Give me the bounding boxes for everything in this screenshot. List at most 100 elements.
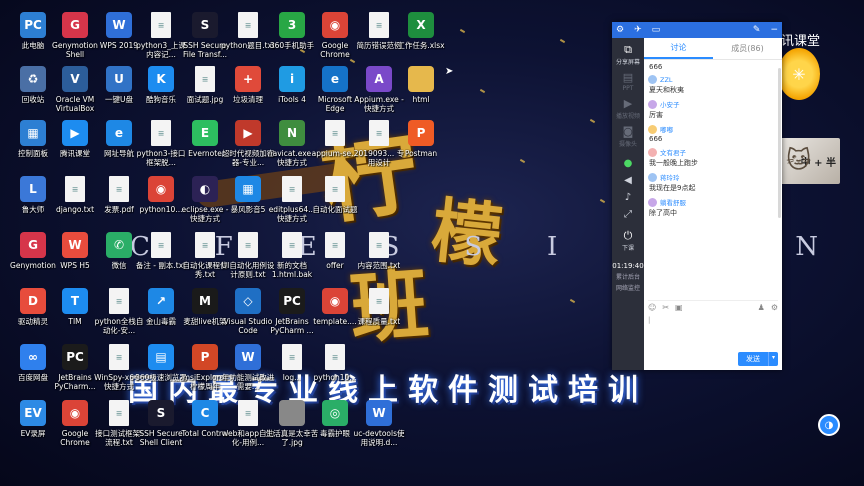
chat-message: 嘟嘟 666	[648, 124, 780, 143]
desktop-icon[interactable]: html	[394, 66, 448, 104]
desktop-app-icon: ◎	[322, 400, 348, 426]
desktop-icon[interactable]: ≡ 内容范围.txt	[352, 232, 406, 270]
chat-message-text: 666	[649, 63, 663, 71]
chat-sender[interactable]: 小安子	[648, 99, 780, 109]
image-icon[interactable]: ▣	[675, 303, 683, 312]
desktop-app-icon: ≡	[109, 288, 129, 314]
desktop-app-icon: ≡	[238, 232, 258, 258]
desktop-icon-label: 工作任务.xlsx	[397, 41, 445, 50]
minimize-icon[interactable]: −	[770, 25, 778, 35]
ppt-button[interactable]: ▤ PPT	[623, 72, 634, 93]
camera-icon: ◙	[622, 125, 634, 138]
desktop-icon[interactable]: ≡ python10...	[308, 344, 362, 382]
chat-sender[interactable]: 嘟嘟	[648, 124, 780, 134]
desktop-app-icon: ≡	[369, 232, 389, 258]
desktop-app-icon: EV	[20, 400, 46, 426]
desktop-app-icon: W	[106, 12, 132, 38]
desktop-app-icon: M	[192, 288, 218, 314]
expand-icon[interactable]: ⤢	[624, 209, 632, 220]
desktop-app-icon: ≡	[325, 232, 345, 258]
desktop-app-icon: G	[20, 232, 46, 258]
desktop-app-icon: ≡	[195, 66, 215, 92]
desktop-app-icon: X	[408, 12, 434, 38]
send-button[interactable]: 发送	[737, 352, 768, 366]
desktop-icon-label: EV录屏	[20, 429, 46, 438]
desktop-icon-label: 金山毒霸	[146, 317, 176, 326]
chat-sender[interactable]: 躺看舒服	[648, 197, 780, 207]
desktop-icon-label: Evernote	[188, 149, 222, 158]
desktop-icon-label: 毒霸护眼	[320, 429, 350, 438]
desktop-app-icon: ≡	[238, 400, 258, 426]
chat-sender-name: 小安子	[660, 101, 680, 109]
scissors-icon[interactable]: ✂	[662, 303, 669, 312]
emoji-icon[interactable]: ☺	[648, 303, 656, 312]
desktop-icon-label: 网址导航	[104, 149, 134, 158]
pin-icon[interactable]: ✎	[753, 25, 761, 35]
cat-icon: 🐱	[786, 146, 812, 174]
gear-icon[interactable]: ⚙	[771, 303, 778, 312]
desktop-app-icon: N	[279, 120, 305, 146]
send-options-chevron-icon[interactable]: ▾	[767, 352, 778, 366]
desktop-app-icon: e	[106, 120, 132, 146]
send-icon[interactable]: ✈	[634, 25, 642, 35]
avatar	[648, 124, 657, 134]
send-controls: 发送 ▾	[737, 352, 778, 366]
chat-tabs: 讨论 成员(86)	[644, 38, 782, 60]
mute-icon[interactable]: ♟	[758, 303, 765, 312]
desktop-app-icon: ▶	[235, 120, 261, 146]
end-class-button[interactable]: ⏻ 下课	[622, 230, 634, 253]
desktop-app-icon: S	[192, 12, 218, 38]
desktop-app-icon: C	[192, 400, 218, 426]
desktop-icon-label: template....	[313, 317, 357, 326]
desktop-app-icon: ∞	[20, 344, 46, 370]
chat-sender[interactable]: 蒋玲玲	[648, 172, 780, 182]
desktop-app-icon: e	[322, 66, 348, 92]
microphone-icon[interactable]: ●	[624, 158, 633, 169]
speaker-icon[interactable]: ◀	[624, 175, 632, 186]
chat-scrollbar[interactable]	[778, 68, 781, 218]
desktop-icon-label: iTools 4	[278, 95, 306, 104]
desktop-app-icon: P	[192, 344, 218, 370]
desktop-icon[interactable]: ≡ 自动化面试题	[308, 176, 362, 214]
desktop-app-icon: W	[62, 232, 88, 258]
desktop-icon[interactable]: P Postman	[394, 120, 448, 158]
panel-sidebar: ⧉ 分享屏幕 ▤ PPT ▶ 播放视频 ◙ 摄像头 ● ◀ ♪ ⤢ ⏻ 下课 0…	[612, 38, 644, 370]
music-icon[interactable]: ♪	[625, 192, 631, 203]
desktop-icon-label: html	[412, 95, 430, 104]
desktop-app-icon: P	[408, 120, 434, 146]
desktop-app-icon: ▦	[235, 176, 261, 202]
chat-sender-name: 躺看舒服	[660, 199, 686, 207]
tab-members[interactable]: 成员(86)	[713, 38, 782, 59]
chat-message-text: 我一般晚上跑步	[649, 159, 698, 167]
share-screen-button[interactable]: ⧉ 分享屏幕	[616, 44, 640, 67]
desktop-icon[interactable]: ≡ 课程质量.txt	[352, 288, 406, 326]
tab-discuss[interactable]: 讨论	[644, 38, 713, 59]
desktop-app-icon: ≡	[109, 176, 129, 202]
folder-icon[interactable]: ▭	[652, 25, 661, 35]
stat-network: 网络监控	[615, 285, 640, 292]
desktop-app-icon: ◇	[235, 288, 261, 314]
chat-sender[interactable]: 文有君子	[648, 147, 780, 157]
desktop-app-icon: ◉	[62, 400, 88, 426]
floating-assistant-button[interactable]: ◑	[818, 414, 840, 436]
desktop-icon-label: TIM	[68, 317, 82, 326]
desktop-app-icon: D	[20, 288, 46, 314]
chat-message: 666	[648, 63, 780, 71]
desktop-app-icon: K	[148, 66, 174, 92]
avatar	[648, 172, 657, 182]
chat-message: ZZL 夏天和秋夷	[648, 75, 780, 95]
desktop-app-icon: ◉	[322, 12, 348, 38]
desktop-app-icon: ≡	[238, 12, 258, 38]
camera-button[interactable]: ◙ 摄像头	[619, 125, 637, 149]
settings-icon[interactable]: ⚙	[616, 25, 624, 35]
play-video-button[interactable]: ▶ 播放视频	[616, 98, 640, 121]
desktop-app-icon: ≡	[151, 232, 171, 258]
desktop-icon[interactable]: Wuc-devtools使用说明.d...	[352, 400, 406, 447]
chat-sender[interactable]: ZZL	[648, 75, 780, 84]
desktop-icon[interactable]: X 工作任务.xlsx	[394, 12, 448, 50]
lemon-logo-icon: ✳	[778, 48, 820, 100]
desktop-icon-label: 酷狗音乐	[146, 95, 176, 104]
desktop-app-icon: ≡	[325, 120, 345, 146]
desktop-app-icon: A	[366, 66, 392, 92]
desktop-app-icon: ♻	[20, 66, 46, 92]
